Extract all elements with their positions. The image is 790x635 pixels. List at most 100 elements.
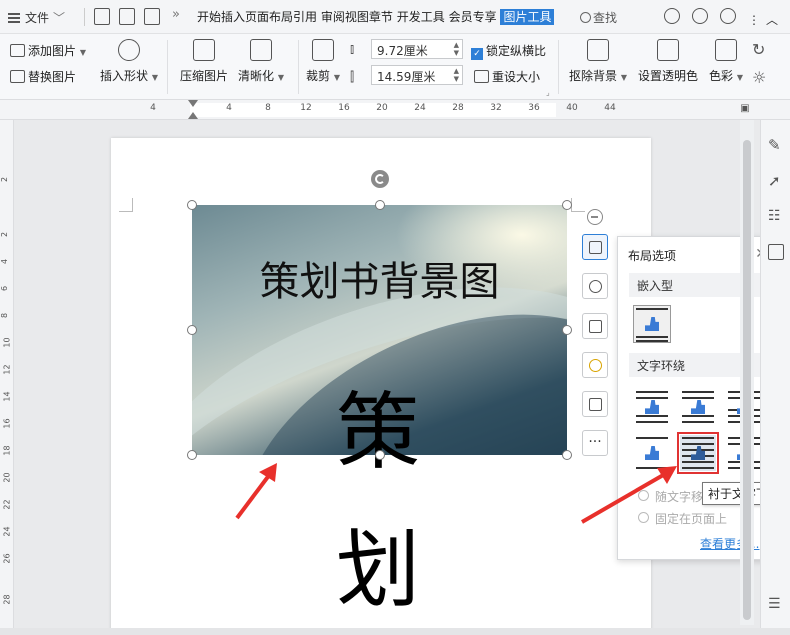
tab-chapter[interactable]: 章节 [369, 10, 393, 24]
lightbulb-icon [589, 359, 602, 372]
tab-home[interactable]: 开始 [197, 10, 221, 24]
resize-handle[interactable] [187, 200, 197, 210]
pen-icon[interactable]: ✎ [768, 136, 784, 154]
more-chevron-icon[interactable]: » [172, 7, 180, 22]
share-user-icon[interactable] [692, 8, 708, 24]
rotate-handle-icon[interactable] [371, 170, 389, 188]
picture-icon [645, 400, 659, 414]
crop-icon [312, 39, 334, 61]
zoom-in-icon [589, 280, 602, 293]
layout-square-option[interactable] [634, 389, 670, 425]
spin-arrows-icon[interactable]: ▲ ▼ [454, 41, 459, 57]
layout-options-button[interactable] [582, 234, 608, 260]
layout-options-icon [589, 241, 602, 254]
remove-background-button[interactable]: 抠除背景 ▼ [569, 39, 627, 84]
brightness-icon[interactable]: ☼ [752, 68, 766, 87]
tab-picture-tools[interactable]: 图片工具 [500, 9, 555, 25]
sharpen-button[interactable]: 清晰化 ▼ [238, 39, 284, 84]
move-with-text-radio[interactable] [638, 490, 649, 501]
ruler-tick: 8 [0, 312, 10, 319]
more-tools-button[interactable]: ··· [582, 430, 608, 456]
more-vertical-icon[interactable]: ⋮ [748, 13, 760, 29]
resize-handle[interactable] [562, 450, 572, 460]
width-input[interactable]: 14.59厘米 ▲ ▼ [371, 65, 463, 85]
replace-image-button[interactable]: 替换图片 [10, 68, 76, 85]
transparent-color-icon [657, 39, 679, 61]
dropdown-arrow-icon: ▼ [79, 48, 86, 57]
resize-handle[interactable] [562, 325, 572, 335]
file-menu[interactable]: 文件 ﹀ [8, 9, 65, 26]
insert-shape-button[interactable]: 插入形状 ▼ [100, 39, 158, 84]
dropdown-arrow-icon: ▼ [736, 73, 743, 82]
new-document-icon[interactable] [94, 8, 110, 25]
adjust-icon[interactable]: ☷ [768, 208, 784, 224]
image-to-text-button[interactable] [582, 391, 608, 417]
pointer-icon[interactable]: ➚ [768, 172, 784, 190]
layout-tight-option[interactable] [680, 389, 716, 425]
zoom-image-button[interactable] [582, 273, 608, 299]
ruler-tick: 32 [490, 103, 502, 113]
tab-developer[interactable]: 开发工具 [397, 10, 445, 24]
document-char-2[interactable]: 划 [336, 528, 420, 612]
tab-references[interactable]: 引用 [293, 10, 317, 24]
dropdown-arrow-icon: ▼ [333, 73, 340, 82]
compress-icon [193, 39, 215, 61]
image-title-text: 策划书背景图 [259, 259, 500, 305]
resize-handle[interactable] [562, 200, 572, 210]
ruler-tick: 12 [300, 103, 312, 113]
resize-handle[interactable] [187, 450, 197, 460]
dialog-launcher-icon[interactable]: ⌟ [546, 88, 550, 97]
color-button[interactable]: 色彩 ▼ [709, 39, 743, 84]
sharpen-icon [250, 39, 272, 61]
indent-marker-icon[interactable] [188, 112, 198, 119]
layout-top-bottom-option[interactable] [634, 435, 670, 471]
crop-quick-button[interactable] [582, 313, 608, 339]
crop-icon [589, 320, 602, 333]
collapse-ribbon-icon[interactable]: ︿ [766, 11, 782, 27]
reset-size-button[interactable]: 重设大小 [474, 68, 540, 85]
resize-handle[interactable] [375, 200, 385, 210]
ruler-tick: 2 [0, 231, 10, 238]
menu-icon [8, 13, 20, 23]
fix-on-page-radio[interactable] [638, 512, 649, 523]
smart-tool-button[interactable] [582, 352, 608, 378]
tab-review[interactable]: 审阅 [321, 10, 345, 24]
lock-ratio-checkbox[interactable]: ✓ 锁定纵横比 [471, 42, 546, 60]
document-char-1[interactable]: 策 [336, 390, 420, 474]
panel-icon[interactable] [768, 244, 784, 260]
tab-member[interactable]: 会员专享 [449, 10, 497, 24]
vertical-scrollbar[interactable] [740, 120, 754, 625]
tab-page-layout[interactable]: 页面布局 [245, 10, 293, 24]
resize-handle[interactable] [187, 325, 197, 335]
divider [298, 40, 299, 94]
share-icon[interactable] [720, 8, 736, 24]
tab-view[interactable]: 视图 [345, 10, 369, 24]
tab-insert[interactable]: 插入 [221, 10, 245, 24]
crop-button[interactable]: 裁剪 ▼ [306, 39, 340, 84]
layout-inline-option[interactable] [633, 305, 671, 343]
ruler-toggle-icon[interactable]: ▣ [740, 103, 749, 114]
status-bar [0, 628, 790, 635]
export-icon[interactable] [144, 8, 160, 25]
scrollbar-thumb[interactable] [743, 140, 751, 620]
height-input[interactable]: 9.72厘米 ▲ ▼ [371, 39, 463, 59]
search-label: 查找 [593, 11, 618, 25]
compress-image-button[interactable]: 压缩图片 [180, 39, 228, 84]
indent-marker-icon[interactable] [188, 100, 198, 107]
layout-behind-text-option[interactable] [677, 432, 719, 474]
dropdown-arrow-icon: ▼ [277, 73, 284, 82]
search-box[interactable]: 查找 [580, 9, 617, 26]
settings-slider-icon[interactable]: ☰ [768, 596, 784, 612]
add-image-button[interactable]: 添加图片 ▼ [10, 42, 86, 59]
rotate-icon[interactable]: ↻ [752, 40, 765, 59]
set-transparent-button[interactable]: 设置透明色 [638, 39, 698, 84]
cloud-sync-icon[interactable] [664, 8, 680, 24]
spin-arrows-icon[interactable]: ▲ ▼ [454, 67, 459, 83]
divider [167, 40, 168, 94]
resize-handle[interactable] [375, 450, 385, 460]
right-sidebar: ✎ ➚ ☷ ☰ [760, 120, 790, 635]
save-icon[interactable] [119, 8, 135, 25]
divider [84, 8, 85, 26]
insert-shape-label: 插入形状 [100, 69, 149, 83]
collapse-tools-icon[interactable] [587, 209, 603, 225]
